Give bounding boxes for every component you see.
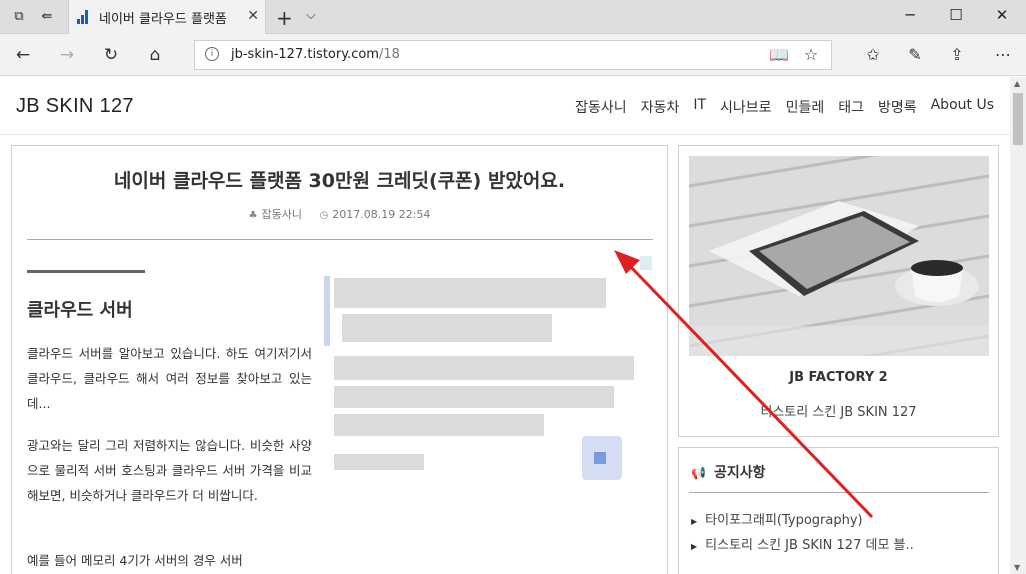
article-paragraph: 광고와는 달리 그리 저렴하지는 않습니다. 비슷한 사양으로 물리적 서버 호… <box>27 438 312 503</box>
tab-list-chevron-icon[interactable]: ⌵ <box>306 8 316 23</box>
web-page: JB SKIN 127 잡동사니 자동차 IT 시나브로 민들레 태그 방명록 … <box>0 77 1010 574</box>
heading-accent-bar <box>27 270 145 273</box>
browser-tab[interactable]: 네이버 클라우드 플랫폼 ✕ <box>68 0 266 34</box>
article-paragraph: 예를 들어 메모리 4기가 서버의 경우 서버 <box>27 553 243 568</box>
menu-item-자동차[interactable]: 자동차 <box>641 97 680 117</box>
address-toolbar: ← → ↻ ⌂ i jb-skin-127.tistory.com/18 📖 ☆… <box>0 34 1026 76</box>
menu-item-about-us[interactable]: About Us <box>931 97 994 117</box>
notice-item[interactable]: ▶ 타이포그래피(Typography) <box>691 509 863 528</box>
blog-profile-card: JB FACTORY 2 티스토리 스킨 JB SKIN 127 <box>678 145 999 437</box>
site-logo[interactable]: JB SKIN 127 <box>16 95 134 118</box>
article-meta: ♣ 잡동사니 ◷ 2017.08.19 22:54 <box>12 206 667 222</box>
menu-item-잡동사니[interactable]: 잡동사니 <box>575 97 627 117</box>
tab-title: 네이버 클라우드 플랫폼 <box>99 12 227 27</box>
tab-actions-icon[interactable]: ⧉ <box>10 8 28 26</box>
caret-right-icon: ▶ <box>691 517 698 526</box>
menu-item-guestbook[interactable]: 방명록 <box>878 97 917 117</box>
web-note-pen-icon[interactable]: ✎ <box>904 45 926 64</box>
blog-name[interactable]: JB FACTORY 2 <box>679 370 998 385</box>
url-text: jb-skin-127.tistory.com/18 <box>231 47 400 62</box>
megaphone-icon: 📢 <box>691 466 706 480</box>
scroll-thumb[interactable] <box>1013 93 1023 145</box>
caret-right-icon: ▶ <box>691 542 698 551</box>
address-input[interactable]: i jb-skin-127.tistory.com/18 <box>194 40 832 70</box>
maximize-icon[interactable]: ☐ <box>946 6 966 24</box>
set-aside-tabs-icon[interactable]: ⇚ <box>38 8 56 26</box>
new-tab-icon[interactable]: + <box>276 6 293 30</box>
site-info-icon[interactable]: i <box>205 47 219 61</box>
profile-photo-tablet-coffee[interactable] <box>689 156 989 356</box>
article-category[interactable]: 잡동사니 <box>262 208 302 221</box>
tab-bar: ⧉ ⇚ 네이버 클라우드 플랫폼 ✕ + ⌵ ─ ☐ ✕ <box>0 0 1026 34</box>
article-paragraph: 클라우드 서버를 알아보고 있습니다. 하도 여기저기서 클라우드, 클라우드 … <box>27 346 312 411</box>
minimize-icon[interactable]: ─ <box>900 6 920 24</box>
site-header: JB SKIN 127 잡동사니 자동차 IT 시나브로 민들레 태그 방명록 … <box>0 77 1010 135</box>
close-window-icon[interactable]: ✕ <box>992 6 1012 24</box>
favorites-hub-icon[interactable]: ✩ <box>862 45 884 64</box>
home-icon[interactable]: ⌂ <box>144 45 166 65</box>
blog-description: 티스토리 스킨 JB SKIN 127 <box>760 405 917 420</box>
tistory-favicon-icon <box>77 10 91 24</box>
category-tree-icon: ♣ <box>248 210 258 221</box>
article-title[interactable]: 네이버 클라우드 플랫폼 30만원 크레딧(쿠폰) 받았어요. <box>12 166 667 193</box>
menu-item-민들레[interactable]: 민들레 <box>786 97 825 117</box>
notice-divider <box>689 492 989 493</box>
menu-item-시나브로[interactable]: 시나브로 <box>720 97 772 117</box>
scroll-down-arrow-icon[interactable]: ▼ <box>1014 563 1020 572</box>
back-icon[interactable]: ← <box>12 45 34 65</box>
refresh-icon[interactable]: ↻ <box>100 45 122 65</box>
page-scrollbar[interactable]: ▲ ▼ <box>1010 77 1026 574</box>
share-icon[interactable]: ⇪ <box>946 45 968 64</box>
forward-icon[interactable]: → <box>56 45 78 65</box>
notice-item[interactable]: ▶ 티스토리 스킨 JB SKIN 127 데모 블.. <box>691 534 914 553</box>
main-menu: 잡동사니 자동차 IT 시나브로 민들레 태그 방명록 About Us <box>575 97 994 117</box>
blurred-ad-image[interactable] <box>324 256 654 521</box>
menu-item-tag[interactable]: 태그 <box>838 97 864 117</box>
notice-heading: 📢 공지사항 <box>691 465 766 481</box>
favorite-star-icon[interactable]: ☆ <box>800 45 822 64</box>
reading-view-icon[interactable]: 📖 <box>768 45 790 64</box>
section-heading: 클라우드 서버 <box>27 300 133 321</box>
article-card: 네이버 클라우드 플랫폼 30만원 크레딧(쿠폰) 받았어요. ♣ 잡동사니 ◷ 2… <box>11 145 668 574</box>
title-divider <box>27 239 653 240</box>
close-tab-icon[interactable]: ✕ <box>247 8 259 24</box>
article-datetime: 2017.08.19 22:54 <box>332 208 431 221</box>
clock-icon: ◷ <box>319 210 329 221</box>
notice-widget: 📢 공지사항 ▶ 타이포그래피(Typography) ▶ 티스토리 스킨 JB SK… <box>678 447 999 574</box>
menu-item-it[interactable]: IT <box>693 97 706 117</box>
more-icon[interactable]: ⋯ <box>992 45 1014 64</box>
scroll-up-arrow-icon[interactable]: ▲ <box>1014 79 1020 88</box>
